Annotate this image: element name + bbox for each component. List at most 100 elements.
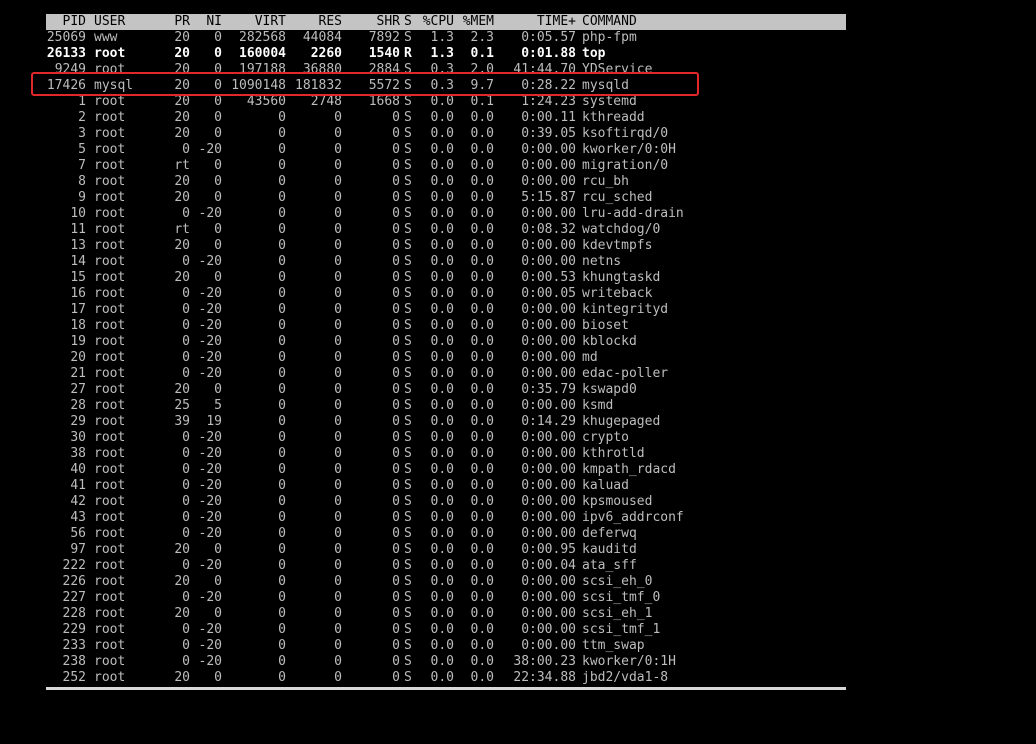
process-row: 38 root 0 -20 0 0 0 S 0.0 0.0 0:00.00 kthrotld: [0, 446, 1036, 462]
cell-user: root: [94, 654, 126, 669]
cell-pid: 233: [62, 638, 86, 653]
cell-ni: -20: [198, 302, 222, 317]
cell-virt: 0: [278, 606, 286, 621]
cell-mem: 0.0: [470, 206, 494, 221]
cell-time: 0:00.00: [521, 462, 576, 477]
cell-shr: 0: [392, 558, 400, 573]
cell-command: php-fpm: [582, 30, 637, 45]
cell-command: top: [582, 46, 606, 61]
cell-pr: 0: [182, 286, 190, 301]
cell-cpu: 0.0: [430, 398, 454, 413]
cell-cpu: 0.0: [430, 318, 454, 333]
cell-command: scsi_eh_1: [582, 606, 653, 621]
cell-virt: 0: [278, 510, 286, 525]
cell-ni: 0: [214, 94, 222, 109]
cell-user: root: [94, 382, 126, 397]
cell-pid: 41: [70, 478, 86, 493]
cell-ni: 0: [214, 174, 222, 189]
cell-user: root: [94, 302, 126, 317]
cell-virt: 0: [278, 478, 286, 493]
cell-res: 0: [334, 478, 342, 493]
cell-time: 22:34.88: [513, 670, 576, 685]
cell-command: kblockd: [582, 334, 637, 349]
cell-state: S: [404, 430, 412, 445]
cell-state: S: [404, 190, 412, 205]
cell-pr: 39: [174, 414, 190, 429]
cell-shr: 0: [392, 270, 400, 285]
cell-res: 0: [334, 542, 342, 557]
process-row: 29 root 39 19 0 0 0 S 0.0 0.0 0:14.29 khugepaged: [0, 414, 1036, 430]
cell-shr: 0: [392, 670, 400, 685]
cell-virt: 0: [278, 222, 286, 237]
cell-command: khungtaskd: [582, 270, 661, 285]
cell-cpu: 0.0: [430, 382, 454, 397]
cell-cpu: 0.0: [430, 350, 454, 365]
cell-shr: 0: [392, 222, 400, 237]
cell-user: root: [94, 446, 126, 461]
cell-shr: 1540: [368, 46, 400, 61]
cell-pr: 20: [174, 574, 190, 589]
cell-pr: 0: [182, 622, 190, 637]
cell-cpu: 0.0: [430, 542, 454, 557]
cell-ni: -20: [198, 494, 222, 509]
cell-pr: 20: [174, 94, 190, 109]
cell-time: 38:00.23: [513, 654, 576, 669]
cell-res: 0: [334, 590, 342, 605]
cell-state: S: [404, 206, 412, 221]
cell-mem: 0.0: [470, 654, 494, 669]
cell-state: S: [404, 494, 412, 509]
cell-shr: 0: [392, 526, 400, 541]
cell-cpu: 0.0: [430, 526, 454, 541]
cell-cpu: 0.0: [430, 126, 454, 141]
process-row: 41 root 0 -20 0 0 0 S 0.0 0.0 0:00.00 kaluad: [0, 478, 1036, 494]
cell-ni: -20: [198, 318, 222, 333]
cell-mem: 0.0: [470, 446, 494, 461]
cell-mem: 0.0: [470, 110, 494, 125]
process-row: 40 root 0 -20 0 0 0 S 0.0 0.0 0:00.00 kmpath_rdacd: [0, 462, 1036, 478]
cell-res: 0: [334, 254, 342, 269]
cell-user: root: [94, 542, 126, 557]
cell-ni: -20: [198, 478, 222, 493]
cell-ni: 0: [214, 382, 222, 397]
cell-pid: 20: [70, 350, 86, 365]
cell-res: 0: [334, 110, 342, 125]
cell-res: 0: [334, 142, 342, 157]
cell-pid: 38: [70, 446, 86, 461]
cell-mem: 0.0: [470, 670, 494, 685]
cell-user: root: [94, 526, 126, 541]
process-row: 15 root 20 0 0 0 0 S 0.0 0.0 0:00.53 khungtaskd: [0, 270, 1036, 286]
cell-mem: 0.0: [470, 158, 494, 173]
cell-shr: 0: [392, 446, 400, 461]
cell-pid: 26133: [46, 46, 86, 61]
cell-state: S: [404, 654, 412, 669]
cell-mem: 0.0: [470, 606, 494, 621]
cell-state: S: [404, 174, 412, 189]
cell-user: root: [94, 46, 126, 61]
cell-time: 0:00.00: [521, 350, 576, 365]
cell-virt: 0: [278, 206, 286, 221]
cell-cpu: 0.0: [430, 590, 454, 605]
cell-cpu: 0.0: [430, 302, 454, 317]
cell-time: 0:00.00: [521, 158, 576, 173]
cell-state: S: [404, 270, 412, 285]
cell-state: S: [404, 30, 412, 45]
cell-shr: 0: [392, 510, 400, 525]
cell-command: kmpath_rdacd: [582, 462, 676, 477]
cell-virt: 0: [278, 190, 286, 205]
cell-ni: -20: [198, 254, 222, 269]
cell-command: ipv6_addrconf: [582, 510, 684, 525]
cell-cpu: 0.0: [430, 510, 454, 525]
cell-ni: 0: [214, 46, 222, 61]
cell-shr: 0: [392, 638, 400, 653]
process-row: 227 root 0 -20 0 0 0 S 0.0 0.0 0:00.00 scsi_tmf_0: [0, 590, 1036, 606]
cell-res: 0: [334, 366, 342, 381]
cell-shr: 0: [392, 574, 400, 589]
cell-mem: 0.0: [470, 286, 494, 301]
cell-res: 0: [334, 126, 342, 141]
cell-shr: 0: [392, 158, 400, 173]
header-mem: %MEM: [462, 14, 494, 29]
cell-pid: 14: [70, 254, 86, 269]
cell-pid: 9: [78, 190, 86, 205]
cell-user: root: [94, 94, 126, 109]
cell-shr: 7892: [368, 30, 400, 45]
